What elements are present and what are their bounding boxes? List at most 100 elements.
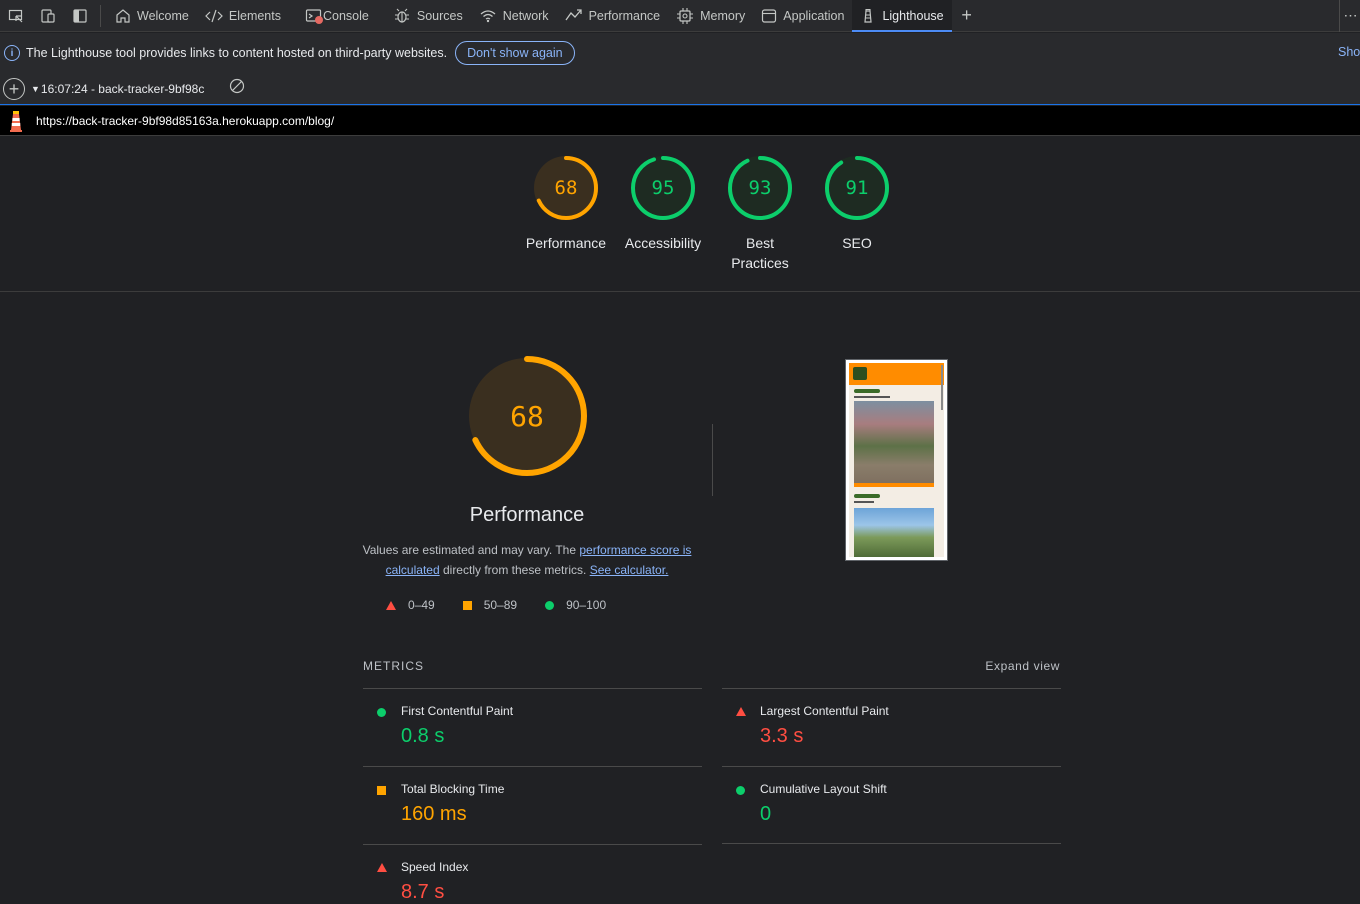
metric-name: Total Blocking Time (401, 782, 505, 796)
preview-tag (854, 494, 880, 498)
seo-score: 91 (845, 177, 869, 199)
description-text: directly from these metrics. (439, 563, 590, 577)
legend-label: 0–49 (408, 598, 435, 612)
preview-image (854, 508, 934, 557)
report-url[interactable]: https://back-tracker-9bf98d85163a.heroku… (36, 114, 334, 128)
tab-label: Application (783, 9, 845, 23)
category-scores: 68 Performance 95 Accessibility 93 Best … (0, 137, 1360, 292)
seo-gauge: 91 (824, 155, 890, 221)
toolbar-divider (100, 5, 101, 27)
preview-text (854, 396, 890, 398)
triangle-icon (386, 600, 396, 610)
code-icon (205, 9, 223, 23)
category-seo[interactable]: 91 SEO (807, 155, 907, 253)
show-link[interactable]: Show (1338, 45, 1360, 59)
performance-description: Values are estimated and may vary. The p… (360, 540, 694, 580)
report-toolbar: + ▼ 16:07:24 - back-tracker-9bf98c (0, 73, 1360, 105)
category-label: SEO (842, 235, 872, 251)
category-performance[interactable]: 68 Performance (516, 155, 616, 253)
expand-view-toggle[interactable]: Expand view (985, 659, 1060, 673)
category-label: Accessibility (624, 235, 702, 251)
metric-speed-index: Speed Index 8.7 s (363, 844, 702, 903)
legend-label: 90–100 (566, 598, 607, 612)
metric-value: 0.8 s (401, 725, 445, 747)
metric-value: 160 ms (401, 803, 467, 825)
devtools-toolbar: Welcome Elements Console Sources Network… (0, 0, 1360, 32)
category-label: Performance (525, 235, 607, 251)
final-screenshot-thumbnail[interactable] (845, 359, 948, 561)
description-text: Values are estimated and may vary. The (362, 543, 580, 557)
dropdown-caret-icon: ▼ (31, 83, 40, 94)
tab-welcome[interactable]: Welcome (107, 0, 197, 32)
tab-memory[interactable]: Memory (668, 0, 753, 32)
selected-report: 16:07:24 - back-tracker-9bf98c (40, 81, 205, 96)
legend-label: 50–89 (483, 598, 518, 612)
tab-label: Elements (228, 9, 281, 23)
page-preview (849, 363, 944, 557)
performance-title: Performance (469, 504, 585, 526)
dock-side-icon[interactable] (64, 0, 96, 32)
tab-elements[interactable]: Elements (197, 0, 289, 32)
best-practices-gauge: 93 (727, 155, 793, 221)
preview-header (849, 363, 944, 385)
fail-triangle-icon (377, 863, 387, 872)
category-label: Best Practices (731, 235, 789, 271)
error-badge-icon (314, 16, 323, 24)
tab-sources[interactable]: Sources (385, 0, 471, 32)
preview-bar (854, 483, 934, 487)
tab-lighthouse[interactable]: Lighthouse (852, 0, 952, 32)
preview-tag (854, 389, 880, 393)
metric-name: Largest Contentful Paint (760, 704, 889, 718)
lighthouse-logo-icon (0, 110, 32, 132)
pass-circle-icon (377, 708, 386, 717)
metric-name: Cumulative Layout Shift (760, 782, 887, 796)
pass-circle-icon (736, 786, 745, 795)
add-tab-icon[interactable]: + (952, 0, 982, 31)
best-practices-score: 93 (748, 177, 772, 199)
fail-triangle-icon (736, 707, 746, 716)
tab-application[interactable]: Application (753, 0, 852, 32)
lighthouse-icon (864, 8, 873, 23)
square-icon (462, 600, 472, 610)
category-best-practices[interactable]: 93 Best Practices (710, 155, 810, 273)
circle-icon (545, 600, 555, 610)
info-message: The Lighthouse tool provides links to co… (26, 46, 448, 60)
tab-label: Sources (416, 9, 463, 23)
application-icon (762, 9, 777, 23)
clear-report-icon[interactable] (229, 78, 245, 99)
tab-network[interactable]: Network (471, 0, 557, 32)
metric-largest-contentful-paint: Largest Contentful Paint 3.3 s (722, 688, 1061, 767)
category-accessibility[interactable]: 95 Accessibility (613, 155, 713, 253)
memory-chip-icon (677, 8, 694, 24)
more-options-icon[interactable]: ⋯ (1340, 7, 1360, 24)
info-icon: i (4, 45, 20, 61)
average-square-icon (377, 786, 386, 795)
toolbar-right: ⋯ (1339, 0, 1360, 32)
wifi-icon (480, 10, 496, 23)
accessibility-gauge: 95 (630, 155, 696, 221)
metrics-title: METRICS (363, 659, 424, 673)
device-emulation-icon[interactable] (32, 0, 64, 32)
tab-console[interactable]: Console (297, 0, 377, 32)
report-selector[interactable]: ▼ 16:07:24 - back-tracker-9bf98c (31, 77, 209, 101)
inspect-element-icon[interactable] (0, 0, 32, 32)
tab-label: Performance (588, 9, 661, 23)
tab-label: Console (322, 9, 369, 23)
score-legend: 0–49 50–89 90–100 (386, 598, 634, 612)
new-report-button[interactable]: + (3, 77, 25, 100)
legend-fail: 0–49 (386, 598, 435, 612)
see-calculator-link[interactable]: See calculator. (590, 563, 669, 577)
tab-label: Memory (700, 9, 746, 23)
metrics-header: METRICS Expand view (363, 659, 1060, 673)
metric-total-blocking-time: Total Blocking Time 160 ms (363, 766, 702, 844)
performance-main-gauge: 68 (466, 355, 588, 477)
preview-image (854, 401, 934, 483)
metric-value: 8.7 s (401, 881, 445, 903)
legend-pass: 90–100 (545, 598, 606, 612)
performance-icon (565, 9, 582, 21)
tab-performance[interactable]: Performance (557, 0, 669, 32)
dont-show-again-button[interactable]: Don't show again (455, 41, 575, 65)
info-bar: i The Lighthouse tool provides links to … (0, 33, 1360, 73)
metric-cumulative-layout-shift: Cumulative Layout Shift 0 (722, 766, 1061, 844)
metric-first-contentful-paint: First Contentful Paint 0.8 s (363, 688, 702, 766)
